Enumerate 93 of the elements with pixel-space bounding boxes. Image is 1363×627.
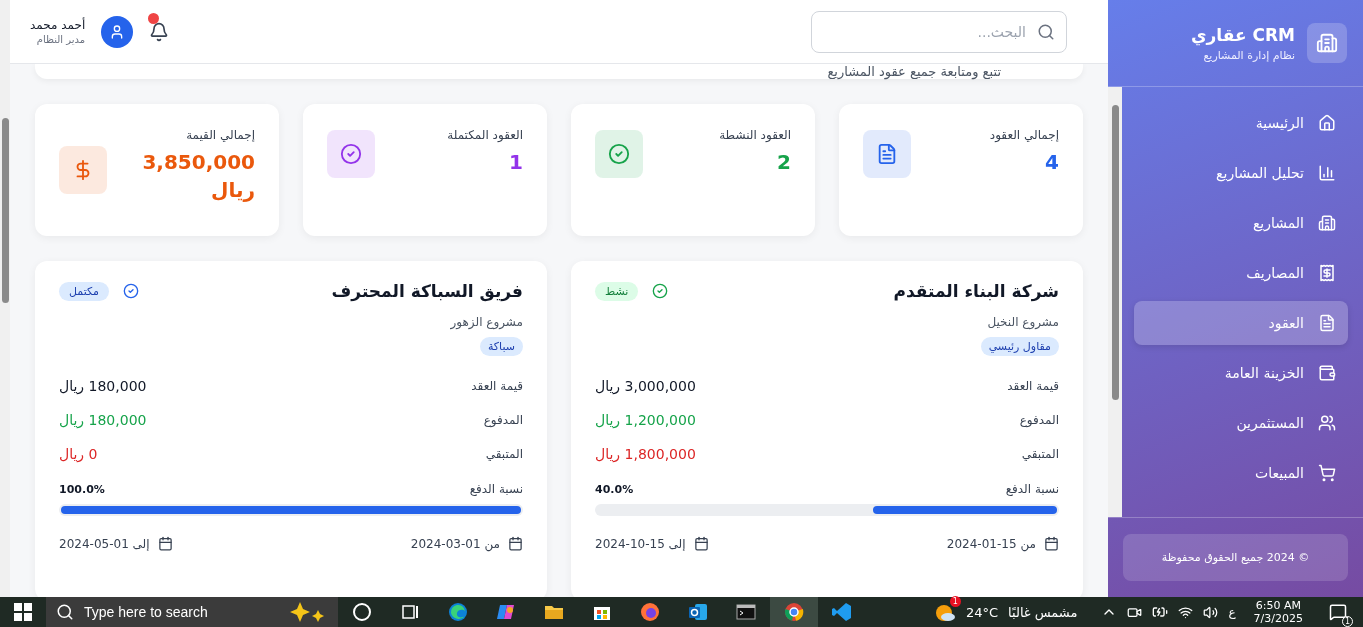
payment-label: نسبة الدفع: [1005, 482, 1059, 496]
contract-type-tag: مقاول رئيسي: [980, 337, 1059, 356]
check-circle-icon: [652, 283, 669, 299]
cart-icon: [1318, 464, 1336, 482]
battery-icon[interactable]: [1152, 604, 1169, 620]
amount-value: 0 ريال: [59, 446, 98, 462]
check-circle-icon: [340, 143, 362, 165]
status-badge: نشط: [595, 281, 639, 301]
page-subtitle: تتبع ومتابعة جميع عقود المشاريع: [827, 64, 1001, 79]
contractor-name: شركة البناء المتقدم: [893, 281, 1059, 301]
volume-icon[interactable]: [1203, 604, 1219, 620]
alert-count-badge: 1: [949, 596, 961, 607]
clock[interactable]: 6:50 AM 7/3/2025: [1245, 598, 1311, 626]
contract-type-tag: سباكة: [479, 337, 523, 356]
nav-item[interactable]: العقود: [1134, 301, 1348, 345]
mail-app-icon[interactable]: [687, 601, 709, 623]
date-text: إلى 01-05-2024: [59, 536, 150, 551]
wifi-icon[interactable]: [1178, 604, 1194, 620]
document-icon: [876, 143, 898, 165]
stat-label: إجمالي القيمة: [185, 128, 255, 142]
stat-label: إجمالي العقود: [989, 128, 1059, 142]
check-circle-icon: [608, 143, 630, 165]
taskbar-search-field[interactable]: Type here to search: [46, 597, 338, 627]
receipt-icon: [1318, 264, 1336, 282]
terminal-icon[interactable]: [735, 601, 757, 623]
search-icon: [56, 603, 74, 621]
calendar-icon: [508, 536, 523, 551]
stat-label: العقود النشطة: [719, 128, 791, 142]
date-text: من 15-01-2024: [946, 536, 1036, 551]
building-logo-icon: [1307, 23, 1347, 63]
stat-value: 4: [1044, 149, 1059, 176]
project-name: مشروع الزهور: [449, 315, 523, 329]
nav-item[interactable]: تحليل المشاريع: [1134, 151, 1348, 195]
copyright-note: © 2024 جميع الحقوق محفوظة: [1123, 534, 1348, 581]
chrome-like-icon[interactable]: [783, 601, 805, 623]
user-name: أحمد محمد: [30, 18, 86, 32]
amount-label: المدفوع: [483, 413, 523, 427]
house-icon: [1318, 114, 1336, 132]
amount-label: المتبقي: [485, 447, 523, 461]
bar-chart-icon: [1318, 164, 1336, 182]
language-indicator[interactable]: ع: [1228, 605, 1236, 619]
weather-temperature: 24°C: [965, 604, 999, 620]
nav-item[interactable]: الخزينة العامة: [1134, 351, 1348, 395]
amount-value: 180,000 ريال: [59, 412, 147, 428]
users-icon: [1318, 414, 1336, 432]
calendar-icon: [157, 536, 173, 551]
amount-label: قيمة العقد: [1007, 379, 1059, 393]
user-role: مدير النظام: [35, 34, 86, 45]
nav-item[interactable]: المستثمرين: [1134, 401, 1348, 445]
stat-label: العقود المكتملة: [447, 128, 523, 142]
payment-percent: 40.0%: [595, 482, 634, 496]
project-name: مشروع النخيل: [986, 315, 1059, 329]
amount-label: قيمة العقد: [471, 379, 523, 393]
calendar-icon: [693, 536, 709, 551]
stat-value: 3,850,000 ريال: [141, 149, 255, 204]
taskbar-app-button[interactable]: [770, 597, 818, 627]
notification-bell-icon[interactable]: [149, 21, 170, 42]
calendar-icon: [1044, 536, 1059, 551]
payment-percent: 100.0%: [59, 482, 105, 496]
wallet-icon: [1318, 364, 1336, 382]
date-text: من 01-03-2024: [410, 536, 500, 551]
search-field[interactable]: البحث...: [811, 10, 1067, 53]
user-avatar[interactable]: [101, 15, 134, 48]
amount-label: المتبقي: [1021, 447, 1059, 461]
nav-item[interactable]: الرئيسية: [1134, 101, 1348, 145]
notification-center-icon[interactable]: [1329, 603, 1347, 621]
check-circle-icon: [123, 283, 139, 299]
amount-label: المدفوع: [1019, 413, 1059, 427]
start-icon[interactable]: [14, 603, 32, 621]
date-text: إلى 15-10-2024: [595, 536, 686, 551]
swirl-app-icon[interactable]: [447, 601, 469, 623]
code-editor-icon[interactable]: [831, 601, 853, 623]
contractor-name: فريق السباكة المحترف: [331, 281, 523, 301]
amount-value: 180,000 ريال: [59, 378, 147, 394]
payment-label: نسبة الدفع: [469, 482, 523, 496]
brand-name: CRM عقاري: [1191, 24, 1295, 45]
document-icon: [1318, 314, 1336, 332]
notification-count-badge: 1: [1342, 616, 1353, 627]
nav-item[interactable]: المصاريف: [1134, 251, 1348, 295]
nav-item[interactable]: المبيعات: [1134, 451, 1348, 495]
fox-globe-icon[interactable]: [639, 601, 661, 623]
amount-value: 1,800,000 ريال: [595, 446, 696, 462]
nav-item[interactable]: المشاريع: [1134, 201, 1348, 245]
stat-value: 1: [508, 149, 523, 176]
brand-subtitle: نظام إدارة المشاريع: [1202, 48, 1295, 62]
stat-value: 2: [776, 149, 791, 176]
amount-value: 1,200,000 ريال: [595, 412, 696, 428]
building-icon: [1318, 214, 1336, 232]
status-badge: مكتمل: [59, 281, 109, 301]
weather-condition: مشمس غالبًا: [1008, 604, 1078, 620]
search-icon: [1037, 22, 1055, 41]
amount-value: 3,000,000 ريال: [595, 378, 696, 394]
circle-icon[interactable]: [351, 601, 373, 623]
